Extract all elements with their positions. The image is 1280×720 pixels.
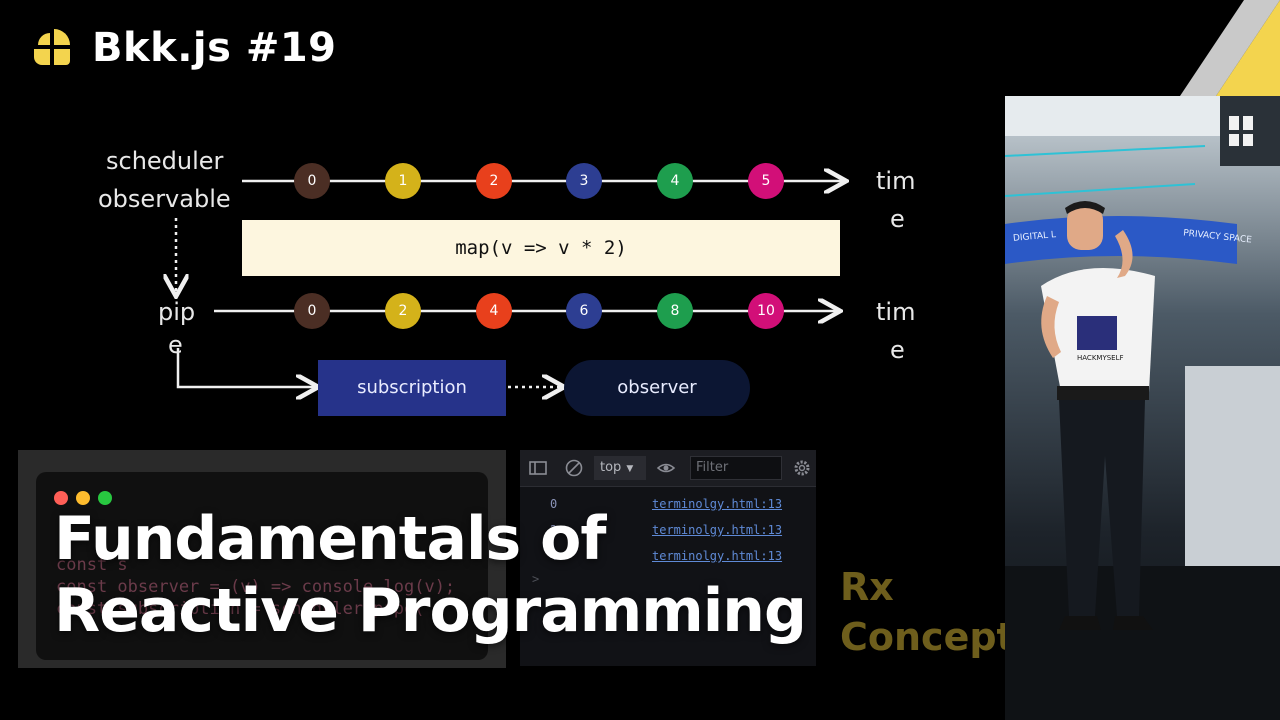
top-bar: Bkk.js #19 — [0, 0, 1280, 96]
pipe-value-circle: 0 — [294, 293, 330, 329]
talk-title-line-2: Reactive Programming — [54, 576, 807, 646]
scheduler-value-circle: 2 — [476, 163, 512, 199]
observer-box: observer — [564, 360, 750, 416]
label-pipe-cont: e — [168, 331, 183, 359]
shirt-text: HACKMYSELF — [1077, 354, 1124, 362]
label-time-2: tim — [876, 298, 916, 326]
scheduler-value-circle: 0 — [294, 163, 330, 199]
pipe-value-circle: 8 — [657, 293, 693, 329]
filter-input[interactable]: Filter — [690, 456, 782, 480]
pipe-value-circle: 4 — [476, 293, 512, 329]
label-time-1-cont: e — [890, 205, 905, 233]
label-time-2-cont: e — [890, 336, 905, 364]
scheduler-value-circle: 4 — [657, 163, 693, 199]
context-select[interactable]: top ▼ — [594, 456, 646, 480]
pipe-value-circle: 6 — [566, 293, 602, 329]
speaker-scene — [1005, 96, 1280, 720]
sidebar-toggle-icon[interactable] — [528, 458, 548, 478]
speaker-video: DIGITAL L PRIVACY SPACE HACKMYSELF — [1005, 96, 1280, 720]
corner-decoration — [1180, 0, 1280, 96]
scheduler-value-circle: 5 — [748, 163, 784, 199]
eye-icon[interactable] — [656, 458, 676, 478]
label-scheduler: scheduler — [106, 147, 224, 175]
pipe-value-circle: 10 — [748, 293, 784, 329]
talk-title-line-1: Fundamentals of — [54, 504, 606, 574]
slide-diagram: scheduler observable pip e tim e tim e 0… — [18, 126, 1004, 438]
devtools-toolbar: top ▼ Filter — [520, 450, 816, 487]
pipe-value-circle: 2 — [385, 293, 421, 329]
scheduler-value-circle: 3 — [566, 163, 602, 199]
subscription-box: subscription — [318, 360, 506, 416]
map-operator-box: map(v => v * 2) — [242, 220, 840, 276]
label-observable: observable — [98, 185, 231, 213]
context-select-value: top — [600, 460, 622, 475]
event-brand: Bkk.js #19 — [92, 25, 337, 71]
chevron-down-icon: ▼ — [626, 464, 634, 474]
talk-title: Fundamentals of Reactive Programming — [54, 503, 954, 647]
bkkjs-logo-icon — [34, 29, 70, 65]
scheduler-value-circle: 1 — [385, 163, 421, 199]
label-time-1: tim — [876, 167, 916, 195]
label-pipe: pip — [158, 298, 196, 326]
gear-icon[interactable] — [792, 458, 812, 478]
clear-console-icon[interactable] — [564, 458, 584, 478]
pipe-to-subscription-arrow — [176, 348, 316, 387]
